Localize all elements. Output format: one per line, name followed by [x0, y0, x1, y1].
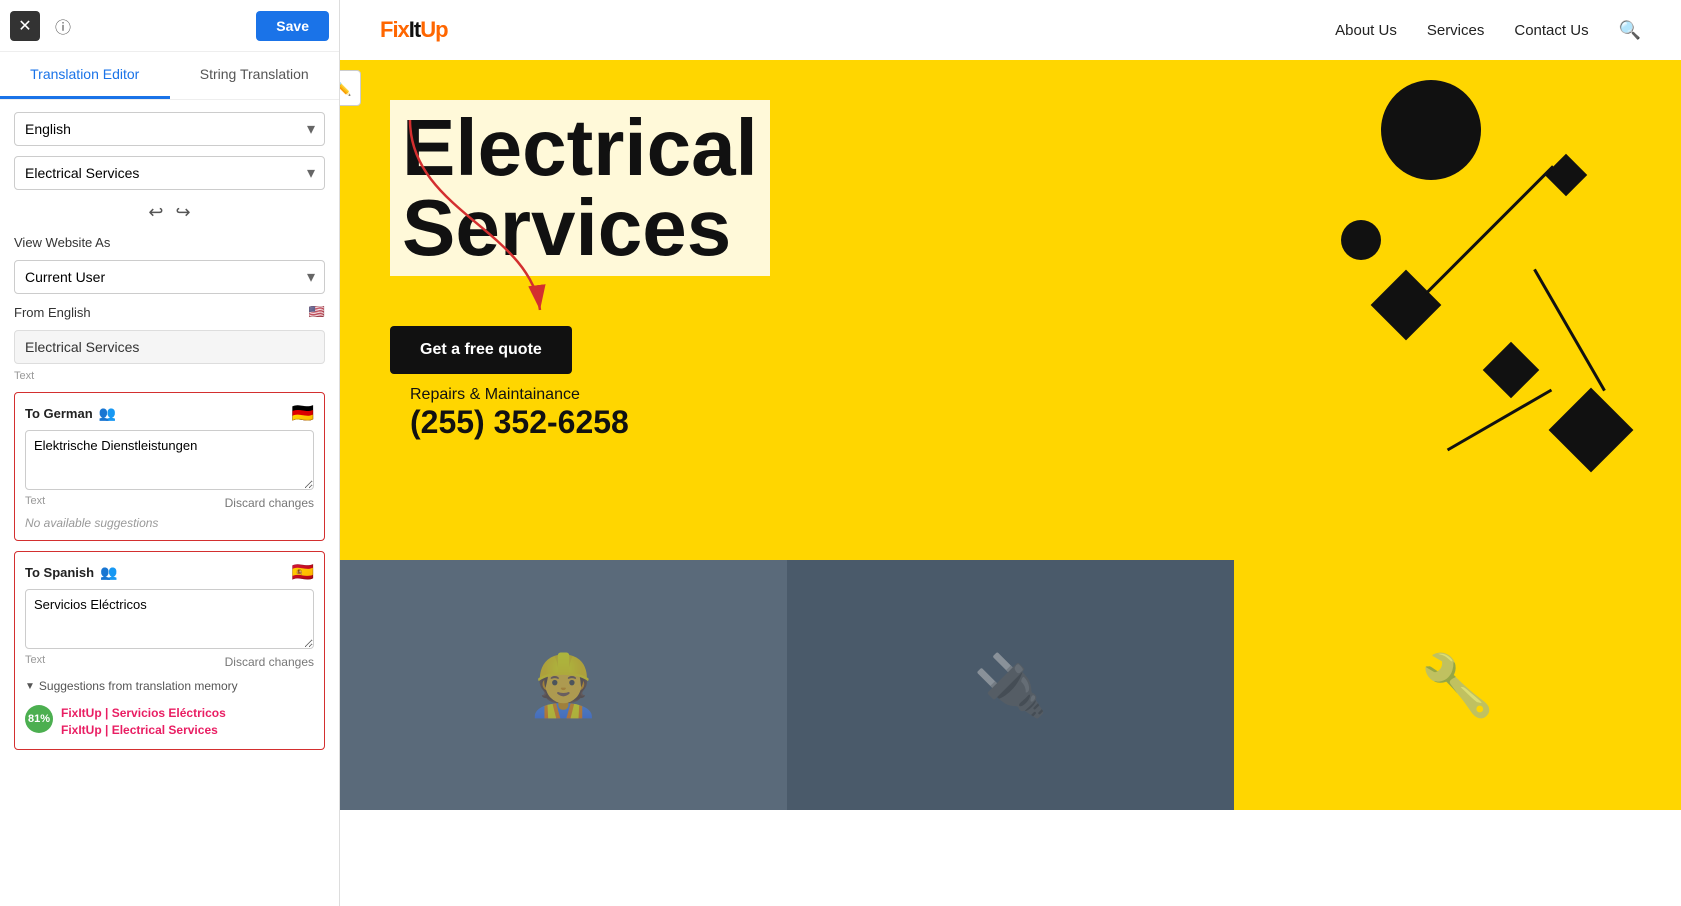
deco-circle-large [1381, 80, 1481, 180]
website-preview: FixItUp About Us Services Contact Us 🔍 ✏… [340, 0, 1681, 906]
source-field-type: Text [14, 370, 325, 382]
next-arrow-button[interactable]: ↪ [176, 202, 191, 223]
edit-area: ✏️ [370, 90, 406, 126]
suggestion-detail: | Electrical Services [105, 723, 218, 737]
german-lang-label: To German 👥 [25, 405, 116, 422]
spanish-translation-footer: Text Discard changes [25, 655, 314, 669]
tab-string-translation[interactable]: String Translation [170, 52, 340, 99]
current-user-select[interactable]: Current User Administrator [14, 260, 325, 294]
german-people-icon: 👥 [99, 405, 116, 422]
spanish-header: To Spanish 👥 🇪🇸 [25, 562, 314, 583]
nav-about-us[interactable]: About Us [1335, 22, 1397, 39]
language-select[interactable]: English German Spanish [14, 112, 325, 146]
suggestion-brand: FixItUp [61, 706, 102, 720]
nav-contact-us[interactable]: Contact Us [1514, 22, 1588, 39]
worker-image-1: 👷 [340, 560, 787, 810]
tabs-container: Translation Editor String Translation [0, 52, 339, 100]
save-button[interactable]: Save [256, 11, 329, 41]
site-nav: About Us Services Contact Us 🔍 [1335, 20, 1641, 41]
from-english-label: From English [14, 305, 91, 320]
german-label-text: To German [25, 406, 93, 421]
suggestion-score: 81% [25, 705, 53, 733]
suggestion-item[interactable]: 81% FixItUp | Servicios Eléctricos FixIt… [25, 705, 314, 739]
german-flag: 🇩🇪 [292, 403, 314, 424]
worker-figure-2: 🔌 [787, 560, 1234, 810]
english-flag: 🇺🇸 [309, 304, 325, 320]
nav-services[interactable]: Services [1427, 22, 1485, 39]
panel-content: English German Spanish Electrical Servic… [0, 100, 339, 906]
edit-pencil-button[interactable]: ✏️ [340, 70, 361, 106]
german-no-suggestions: No available suggestions [25, 516, 314, 530]
worker-image-2: 🔌 [787, 560, 1234, 810]
get-quote-button[interactable]: Get a free quote [390, 326, 572, 374]
hero-title-line2: Services [402, 183, 731, 272]
hero-decorations [1181, 60, 1681, 560]
hero-title: Electrical Services [402, 108, 758, 268]
deco-line-3 [1447, 389, 1552, 452]
nav-arrows: ↩ ↪ [14, 200, 325, 225]
current-user-selector-wrapper: Current User Administrator [14, 260, 325, 294]
spanish-flag: 🇪🇸 [292, 562, 314, 583]
spanish-people-icon: 👥 [100, 564, 117, 581]
spanish-discard-link[interactable]: Discard changes [225, 655, 314, 669]
german-discard-link[interactable]: Discard changes [225, 496, 314, 510]
hero-title-box: Electrical Services [390, 100, 770, 276]
worker-figure-1: 👷 [340, 560, 787, 810]
deco-line-1 [1425, 165, 1554, 294]
deco-diamond-3 [1545, 154, 1587, 196]
top-bar: ✕ ⓘ Save [0, 0, 339, 52]
german-header: To German 👥 🇩🇪 [25, 403, 314, 424]
images-section: 👷 🔌 🔧 [340, 560, 1681, 810]
deco-circle-medium [1341, 220, 1381, 260]
context-selector-wrapper: Electrical Services Home Page About Us [14, 156, 325, 190]
spanish-translation-section: To Spanish 👥 🇪🇸 Servicios Eléctricos Tex… [14, 551, 325, 750]
suggestion-highlight: FixItUp [61, 723, 102, 737]
translation-panel: ✕ ⓘ Save Translation Editor String Trans… [0, 0, 340, 906]
source-text-box: Electrical Services [14, 330, 325, 364]
spanish-field-type: Text [25, 654, 45, 666]
suggestions-toggle[interactable]: Suggestions from translation memory [25, 679, 314, 693]
website-header: FixItUp About Us Services Contact Us 🔍 [340, 0, 1681, 60]
deco-diamond-2 [1483, 342, 1540, 399]
deco-diamond-1 [1371, 270, 1442, 341]
deco-line-2 [1533, 269, 1606, 392]
hero-title-line1: Electrical [402, 103, 758, 192]
close-button[interactable]: ✕ [10, 11, 40, 41]
hero-content: Electrical Services Get a free quote Rep… [390, 100, 770, 441]
view-as-label: View Website As [14, 235, 325, 250]
prev-arrow-button[interactable]: ↩ [148, 202, 163, 223]
suggestion-text: FixItUp | Servicios Eléctricos FixItUp |… [61, 705, 226, 739]
site-logo: FixItUp [380, 17, 448, 43]
german-translation-input[interactable]: Elektrische Dienstleistungen [25, 430, 314, 490]
spanish-translation-input[interactable]: Servicios Eléctricos [25, 589, 314, 649]
suggestion-sep: | Servicios Eléctricos [105, 706, 226, 720]
context-select[interactable]: Electrical Services Home Page About Us [14, 156, 325, 190]
hero-section: ✏️ Electrical Services Get a free quot [340, 60, 1681, 560]
search-icon-button[interactable]: 🔍 [1619, 20, 1641, 41]
german-translation-section: To German 👥 🇩🇪 Elektrische Dienstleistun… [14, 392, 325, 541]
worker-figure-3: 🔧 [1234, 560, 1681, 810]
phone-number: (255) 352-6258 [410, 404, 629, 441]
spanish-label-text: To Spanish [25, 565, 94, 580]
tagline-text: Repairs & Maintainance [410, 386, 629, 404]
spanish-lang-label: To Spanish 👥 [25, 564, 118, 581]
german-field-type: Text [25, 495, 45, 507]
worker-image-3: 🔧 [1234, 560, 1681, 810]
from-english-header: From English 🇺🇸 [14, 304, 325, 320]
deco-diamond-4 [1549, 388, 1634, 473]
german-translation-footer: Text Discard changes [25, 496, 314, 510]
info-button[interactable]: ⓘ [48, 11, 78, 41]
language-selector-wrapper: English German Spanish [14, 112, 325, 146]
tab-translation-editor[interactable]: Translation Editor [0, 52, 170, 99]
